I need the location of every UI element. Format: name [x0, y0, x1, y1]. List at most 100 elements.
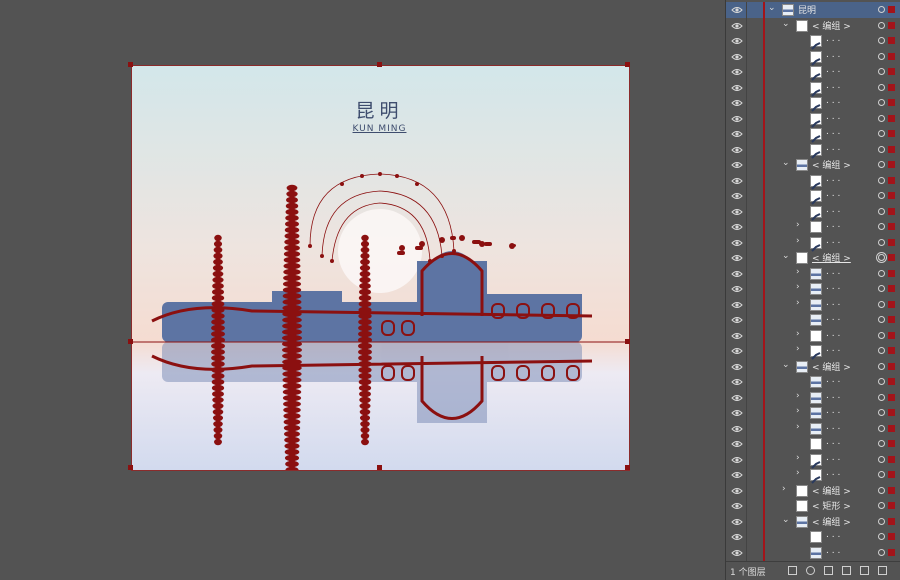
- layer-row[interactable]: › . . .: [726, 405, 900, 421]
- layer-name[interactable]: . . .: [826, 143, 840, 153]
- layer-row[interactable]: < 矩形 >: [726, 498, 900, 514]
- visibility-eye-icon[interactable]: [731, 347, 743, 355]
- target-circle-icon[interactable]: [878, 424, 885, 432]
- target-circle-icon[interactable]: [878, 455, 885, 463]
- layer-name[interactable]: . . .: [826, 546, 840, 556]
- visibility-eye-icon[interactable]: [731, 332, 743, 340]
- clipping-mask-icon[interactable]: [824, 566, 833, 575]
- layer-row[interactable]: ⌄ < 编组 >: [726, 250, 900, 266]
- selection-indicator[interactable]: [888, 409, 895, 416]
- new-sublayer-icon[interactable]: [842, 566, 851, 575]
- selection-indicator[interactable]: [888, 68, 895, 75]
- selection-indicator[interactable]: [888, 238, 895, 246]
- layer-name[interactable]: . . .: [826, 406, 840, 416]
- chevron-down-icon[interactable]: ⌄: [768, 3, 776, 13]
- visibility-eye-icon[interactable]: [731, 502, 743, 510]
- layer-name[interactable]: . . .: [826, 453, 840, 463]
- layer-name[interactable]: . . .: [826, 220, 840, 230]
- chevron-right-icon[interactable]: ›: [796, 329, 800, 339]
- visibility-eye-icon[interactable]: [731, 549, 743, 557]
- visibility-eye-icon[interactable]: [731, 471, 743, 479]
- layer-name[interactable]: . . .: [826, 81, 840, 91]
- layer-row[interactable]: › . . .: [726, 467, 900, 484]
- chevron-down-icon[interactable]: ⌄: [782, 360, 790, 370]
- selection-indicator[interactable]: [888, 440, 895, 447]
- layer-row[interactable]: . . .: [726, 95, 900, 112]
- target-circle-icon[interactable]: [878, 99, 885, 106]
- target-circle-icon[interactable]: [878, 238, 885, 246]
- visibility-eye-icon[interactable]: [731, 316, 743, 324]
- target-circle-icon[interactable]: [878, 130, 885, 137]
- layer-name[interactable]: < 编组 >: [812, 19, 851, 32]
- layer-row[interactable]: . . .: [726, 141, 900, 159]
- target-circle-icon[interactable]: [878, 52, 885, 60]
- target-circle-icon[interactable]: [878, 409, 885, 416]
- layer-name[interactable]: . . .: [826, 236, 840, 246]
- layer-row[interactable]: . . .: [726, 33, 900, 50]
- layer-row[interactable]: ⌄ < 编组 >: [726, 358, 900, 374]
- export-icon[interactable]: [788, 566, 797, 575]
- visibility-eye-icon[interactable]: [731, 223, 743, 231]
- visibility-eye-icon[interactable]: [731, 518, 743, 526]
- visibility-eye-icon[interactable]: [731, 254, 743, 262]
- layer-name[interactable]: . . .: [826, 298, 840, 308]
- visibility-eye-icon[interactable]: [731, 270, 743, 278]
- visibility-eye-icon[interactable]: [731, 161, 743, 169]
- target-circle-icon[interactable]: [878, 6, 885, 13]
- target-circle-icon[interactable]: [878, 254, 885, 261]
- layer-row[interactable]: . . .: [726, 544, 900, 560]
- selection-indicator[interactable]: [888, 6, 895, 13]
- layer-name[interactable]: . . .: [826, 34, 840, 44]
- new-layer-icon[interactable]: [860, 566, 869, 575]
- target-circle-icon[interactable]: [878, 114, 885, 122]
- layer-row[interactable]: › < 编组 >: [726, 482, 900, 498]
- visibility-eye-icon[interactable]: [731, 285, 743, 293]
- chevron-right-icon[interactable]: ›: [796, 344, 800, 354]
- target-circle-icon[interactable]: [878, 548, 885, 556]
- target-circle-icon[interactable]: [878, 37, 885, 44]
- delete-icon[interactable]: [878, 566, 887, 575]
- selection-indicator[interactable]: [888, 502, 895, 509]
- visibility-eye-icon[interactable]: [731, 84, 743, 92]
- target-circle-icon[interactable]: [878, 378, 885, 385]
- selection-indicator[interactable]: [888, 52, 895, 60]
- selection-indicator[interactable]: [888, 548, 895, 556]
- selection-indicator[interactable]: [888, 393, 895, 401]
- target-circle-icon[interactable]: [878, 517, 885, 525]
- layer-row[interactable]: . . .: [726, 79, 900, 97]
- layer-row[interactable]: . . .: [726, 188, 900, 205]
- layer-row[interactable]: . . .: [726, 436, 900, 452]
- layer-row[interactable]: . . .: [726, 529, 900, 545]
- selection-indicator[interactable]: [888, 316, 895, 323]
- visibility-eye-icon[interactable]: [731, 456, 743, 464]
- layer-row[interactable]: › . . .: [726, 451, 900, 469]
- layer-row[interactable]: › . . .: [726, 265, 900, 281]
- layer-name[interactable]: . . .: [826, 267, 840, 277]
- selection-indicator[interactable]: [888, 83, 895, 91]
- visibility-eye-icon[interactable]: [731, 192, 743, 200]
- visibility-eye-icon[interactable]: [731, 146, 743, 154]
- visibility-eye-icon[interactable]: [731, 394, 743, 402]
- selection-indicator[interactable]: [888, 347, 895, 354]
- selection-indicator[interactable]: [888, 145, 895, 153]
- visibility-eye-icon[interactable]: [731, 68, 743, 76]
- selection-indicator[interactable]: [888, 471, 895, 478]
- layer-name[interactable]: < 编组 >: [812, 251, 851, 264]
- visibility-eye-icon[interactable]: [731, 301, 743, 309]
- selection-indicator[interactable]: [888, 300, 895, 308]
- layer-name[interactable]: . . .: [826, 112, 840, 122]
- layer-row[interactable]: › . . .: [726, 327, 900, 343]
- selection-indicator[interactable]: [888, 517, 895, 525]
- selection-indicator[interactable]: [888, 114, 895, 122]
- selection-indicator[interactable]: [888, 161, 895, 168]
- chevron-down-icon[interactable]: ⌄: [782, 515, 790, 525]
- layer-name[interactable]: . . .: [826, 127, 840, 137]
- target-circle-icon[interactable]: [878, 223, 885, 230]
- target-circle-icon[interactable]: [878, 207, 885, 215]
- visibility-eye-icon[interactable]: [731, 208, 743, 216]
- target-circle-icon[interactable]: [878, 21, 885, 29]
- target-circle-icon[interactable]: [878, 192, 885, 199]
- layer-name[interactable]: < 编组 >: [812, 158, 851, 171]
- target-circle-icon[interactable]: [878, 269, 885, 277]
- target-circle-icon[interactable]: [878, 161, 885, 168]
